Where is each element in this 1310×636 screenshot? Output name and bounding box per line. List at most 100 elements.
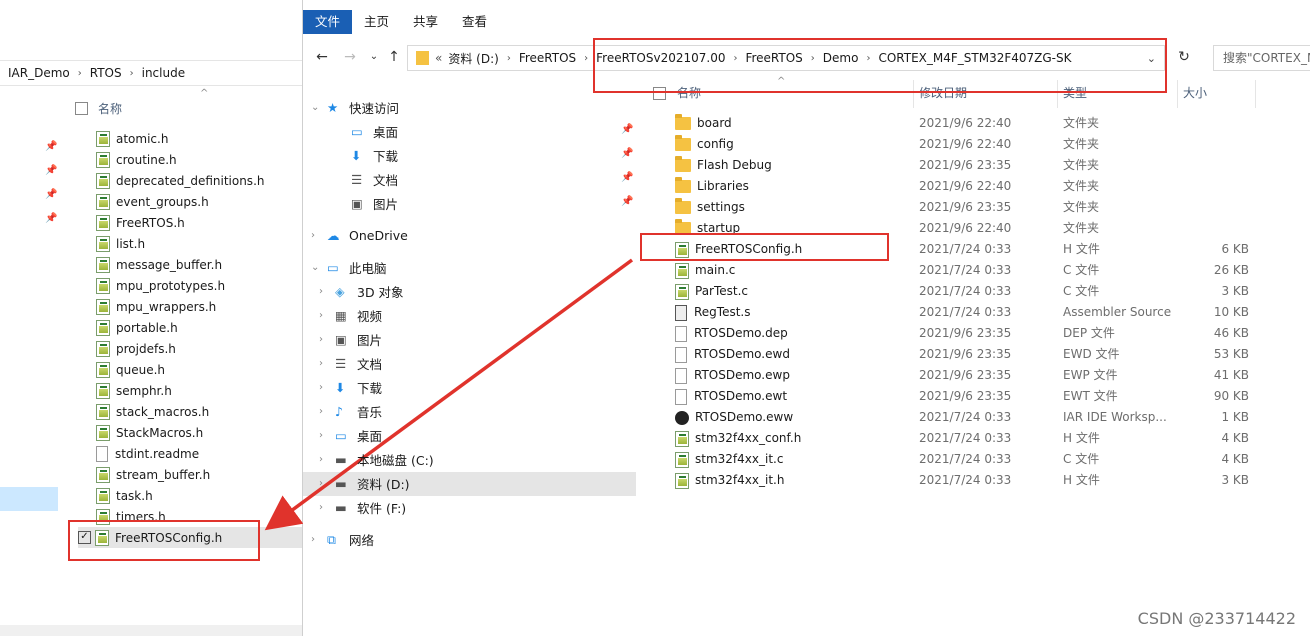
file-row[interactable]: main.c 2021/7/24 0:33 C 文件 26 KB	[675, 260, 1265, 281]
pin-icon: 📌	[45, 165, 58, 176]
list-item[interactable]: semphr.h	[96, 380, 172, 401]
chevron-right-icon[interactable]: ›	[319, 334, 329, 345]
list-item[interactable]: stack_macros.h	[96, 401, 209, 422]
file-name: mpu_wrappers.h	[116, 299, 217, 314]
refresh-icon[interactable]: ↻	[1175, 48, 1193, 66]
file-row[interactable]: stm32f4xx_conf.h 2021/7/24 0:33 H 文件 4 KB	[675, 428, 1265, 449]
chevron-right-icon[interactable]: ›	[319, 430, 329, 441]
left-address-bar[interactable]: IAR_Demo › RTOS › include	[0, 60, 302, 86]
column-header-name[interactable]: 名称	[98, 100, 122, 117]
list-item[interactable]: FreeRTOS.h	[96, 212, 185, 233]
nav-item[interactable]: › ▬ 软件 (F:)	[319, 496, 406, 518]
file-row[interactable]: ParTest.c 2021/7/24 0:33 C 文件 3 KB	[675, 281, 1265, 302]
menu-share[interactable]: 共享	[401, 10, 450, 34]
list-item[interactable]: mpu_prototypes.h	[96, 275, 225, 296]
back-arrow-icon[interactable]: ←	[313, 48, 331, 66]
file-row[interactable]: RTOSDemo.dep 2021/9/6 23:35 DEP 文件 46 KB	[675, 323, 1265, 344]
list-item[interactable]: projdefs.h	[96, 338, 176, 359]
breadcrumb-item[interactable]: include	[138, 66, 189, 80]
chevron-right-icon[interactable]: ›	[319, 286, 329, 297]
nav-item[interactable]: ⬇ 下载	[335, 144, 398, 166]
chevron-right-icon[interactable]: ›	[319, 382, 329, 393]
list-item[interactable]: deprecated_definitions.h	[96, 170, 264, 191]
nav-item[interactable]: ☰ 文档	[335, 168, 398, 190]
select-all-checkbox[interactable]	[75, 102, 88, 115]
chevron-right-icon[interactable]: ›	[311, 534, 321, 545]
folder-icon	[675, 177, 691, 193]
right-explorer-window: 文件 主页 共享 查看 ← → ⌄ ↑ « 资料 (D:) › FreeRTOS…	[302, 0, 1310, 636]
breadcrumb-item[interactable]: IAR_Demo	[0, 66, 74, 80]
list-item[interactable]: atomic.h	[96, 128, 168, 149]
column-header-size[interactable]: 大小	[1183, 84, 1207, 104]
header-file-icon	[96, 487, 110, 504]
file-row[interactable]: RegTest.s 2021/7/24 0:33 Assembler Source 1…	[675, 302, 1265, 323]
list-item[interactable]: list.h	[96, 233, 145, 254]
chevron-right-icon[interactable]: ›	[319, 358, 329, 369]
nav-item[interactable]: › ▣ 图片	[319, 328, 382, 350]
nav-item-label: 网络	[349, 532, 375, 548]
nav-item-label: 下载	[357, 380, 383, 396]
file-row[interactable]: RTOSDemo.ewd 2021/9/6 23:35 EWD 文件 53 KB	[675, 344, 1265, 365]
chevron-right-icon[interactable]: ›	[319, 406, 329, 417]
file-name: settings	[697, 200, 745, 214]
file-row[interactable]: config 2021/9/6 22:40 文件夹	[675, 134, 1265, 155]
recent-dropdown-icon[interactable]: ⌄	[365, 48, 383, 66]
nav-item[interactable]: › ☰ 文档	[319, 352, 382, 374]
chevron-down-icon[interactable]: ⌄	[311, 102, 321, 113]
nav-item[interactable]: › ⬇ 下载	[319, 376, 382, 398]
file-row[interactable]: stm32f4xx_it.c 2021/7/24 0:33 C 文件 4 KB	[675, 449, 1265, 470]
folder-icon	[416, 51, 429, 65]
file-row[interactable]: Libraries 2021/9/6 22:40 文件夹	[675, 176, 1265, 197]
file-row[interactable]: RTOSDemo.ewt 2021/9/6 23:35 EWT 文件 90 KB	[675, 386, 1265, 407]
nav-item[interactable]: ⌄ ★ 快速访问	[311, 96, 399, 118]
nav-item[interactable]: › ♪ 音乐	[319, 400, 382, 422]
list-item[interactable]: stream_buffer.h	[96, 464, 210, 485]
nav-item-label: 桌面	[357, 428, 383, 444]
horizontal-scrollbar[interactable]	[0, 625, 302, 636]
overflow-chevron[interactable]: «	[435, 51, 442, 65]
file-row[interactable]: RTOSDemo.eww 2021/7/24 0:33 IAR IDE Worksp…	[675, 407, 1265, 428]
search-input[interactable]: 搜索"CORTEX_M	[1213, 45, 1310, 71]
file-type: 文件夹	[1063, 179, 1100, 193]
nav-item[interactable]: › ▦ 视频	[319, 304, 382, 326]
breadcrumb-item[interactable]: FreeRTOS	[515, 51, 580, 65]
list-item[interactable]: message_buffer.h	[96, 254, 222, 275]
chevron-right-icon[interactable]: ›	[319, 310, 329, 321]
file-row[interactable]: board 2021/9/6 22:40 文件夹	[675, 113, 1265, 134]
chevron-right-icon[interactable]: ›	[319, 478, 329, 489]
file-type: H 文件	[1063, 242, 1100, 256]
list-item[interactable]: task.h	[96, 485, 153, 506]
list-item[interactable]: queue.h	[96, 359, 165, 380]
breadcrumb-item[interactable]: RTOS	[86, 66, 126, 80]
file-row[interactable]: Flash Debug 2021/9/6 23:35 文件夹	[675, 155, 1265, 176]
file-row[interactable]: RTOSDemo.ewp 2021/9/6 23:35 EWP 文件 41 KB	[675, 365, 1265, 386]
menu-view[interactable]: 查看	[450, 10, 499, 34]
file-row[interactable]: stm32f4xx_it.h 2021/7/24 0:33 H 文件 3 KB	[675, 470, 1265, 491]
nav-item[interactable]: › ▬ 本地磁盘 (C:)	[319, 448, 434, 470]
nav-item[interactable]: ▭ 桌面	[335, 120, 398, 142]
list-item[interactable]: mpu_wrappers.h	[96, 296, 216, 317]
forward-arrow-icon[interactable]: →	[341, 48, 359, 66]
list-item[interactable]: event_groups.h	[96, 191, 209, 212]
nav-item-label: 此电脑	[349, 260, 387, 276]
nav-item[interactable]: › ☁ OneDrive	[311, 224, 408, 246]
chevron-right-icon[interactable]: ›	[311, 230, 321, 241]
nav-item[interactable]: ⌄ ▭ 此电脑	[311, 256, 387, 278]
breadcrumb-item[interactable]: 资料 (D:)	[442, 50, 502, 67]
chevron-right-icon[interactable]: ›	[319, 502, 329, 513]
chevron-down-icon[interactable]: ⌄	[311, 262, 321, 273]
list-item[interactable]: StackMacros.h	[96, 422, 203, 443]
menu-home[interactable]: 主页	[352, 10, 401, 34]
nav-item[interactable]: ▣ 图片	[335, 192, 398, 214]
nav-item[interactable]: › ◈ 3D 对象	[319, 280, 404, 302]
list-item[interactable]: portable.h	[96, 317, 178, 338]
nav-item[interactable]: › ▭ 桌面	[319, 424, 382, 446]
chevron-right-icon[interactable]: ›	[319, 454, 329, 465]
list-item[interactable]: croutine.h	[96, 149, 177, 170]
nav-item[interactable]: › ▬ 资料 (D:)	[319, 472, 410, 494]
menu-file[interactable]: 文件	[303, 10, 353, 34]
file-row[interactable]: settings 2021/9/6 23:35 文件夹	[675, 197, 1265, 218]
up-arrow-icon[interactable]: ↑	[385, 48, 403, 66]
nav-item[interactable]: › ⧉ 网络	[311, 528, 374, 550]
list-item[interactable]: stdint.readme	[96, 443, 199, 464]
